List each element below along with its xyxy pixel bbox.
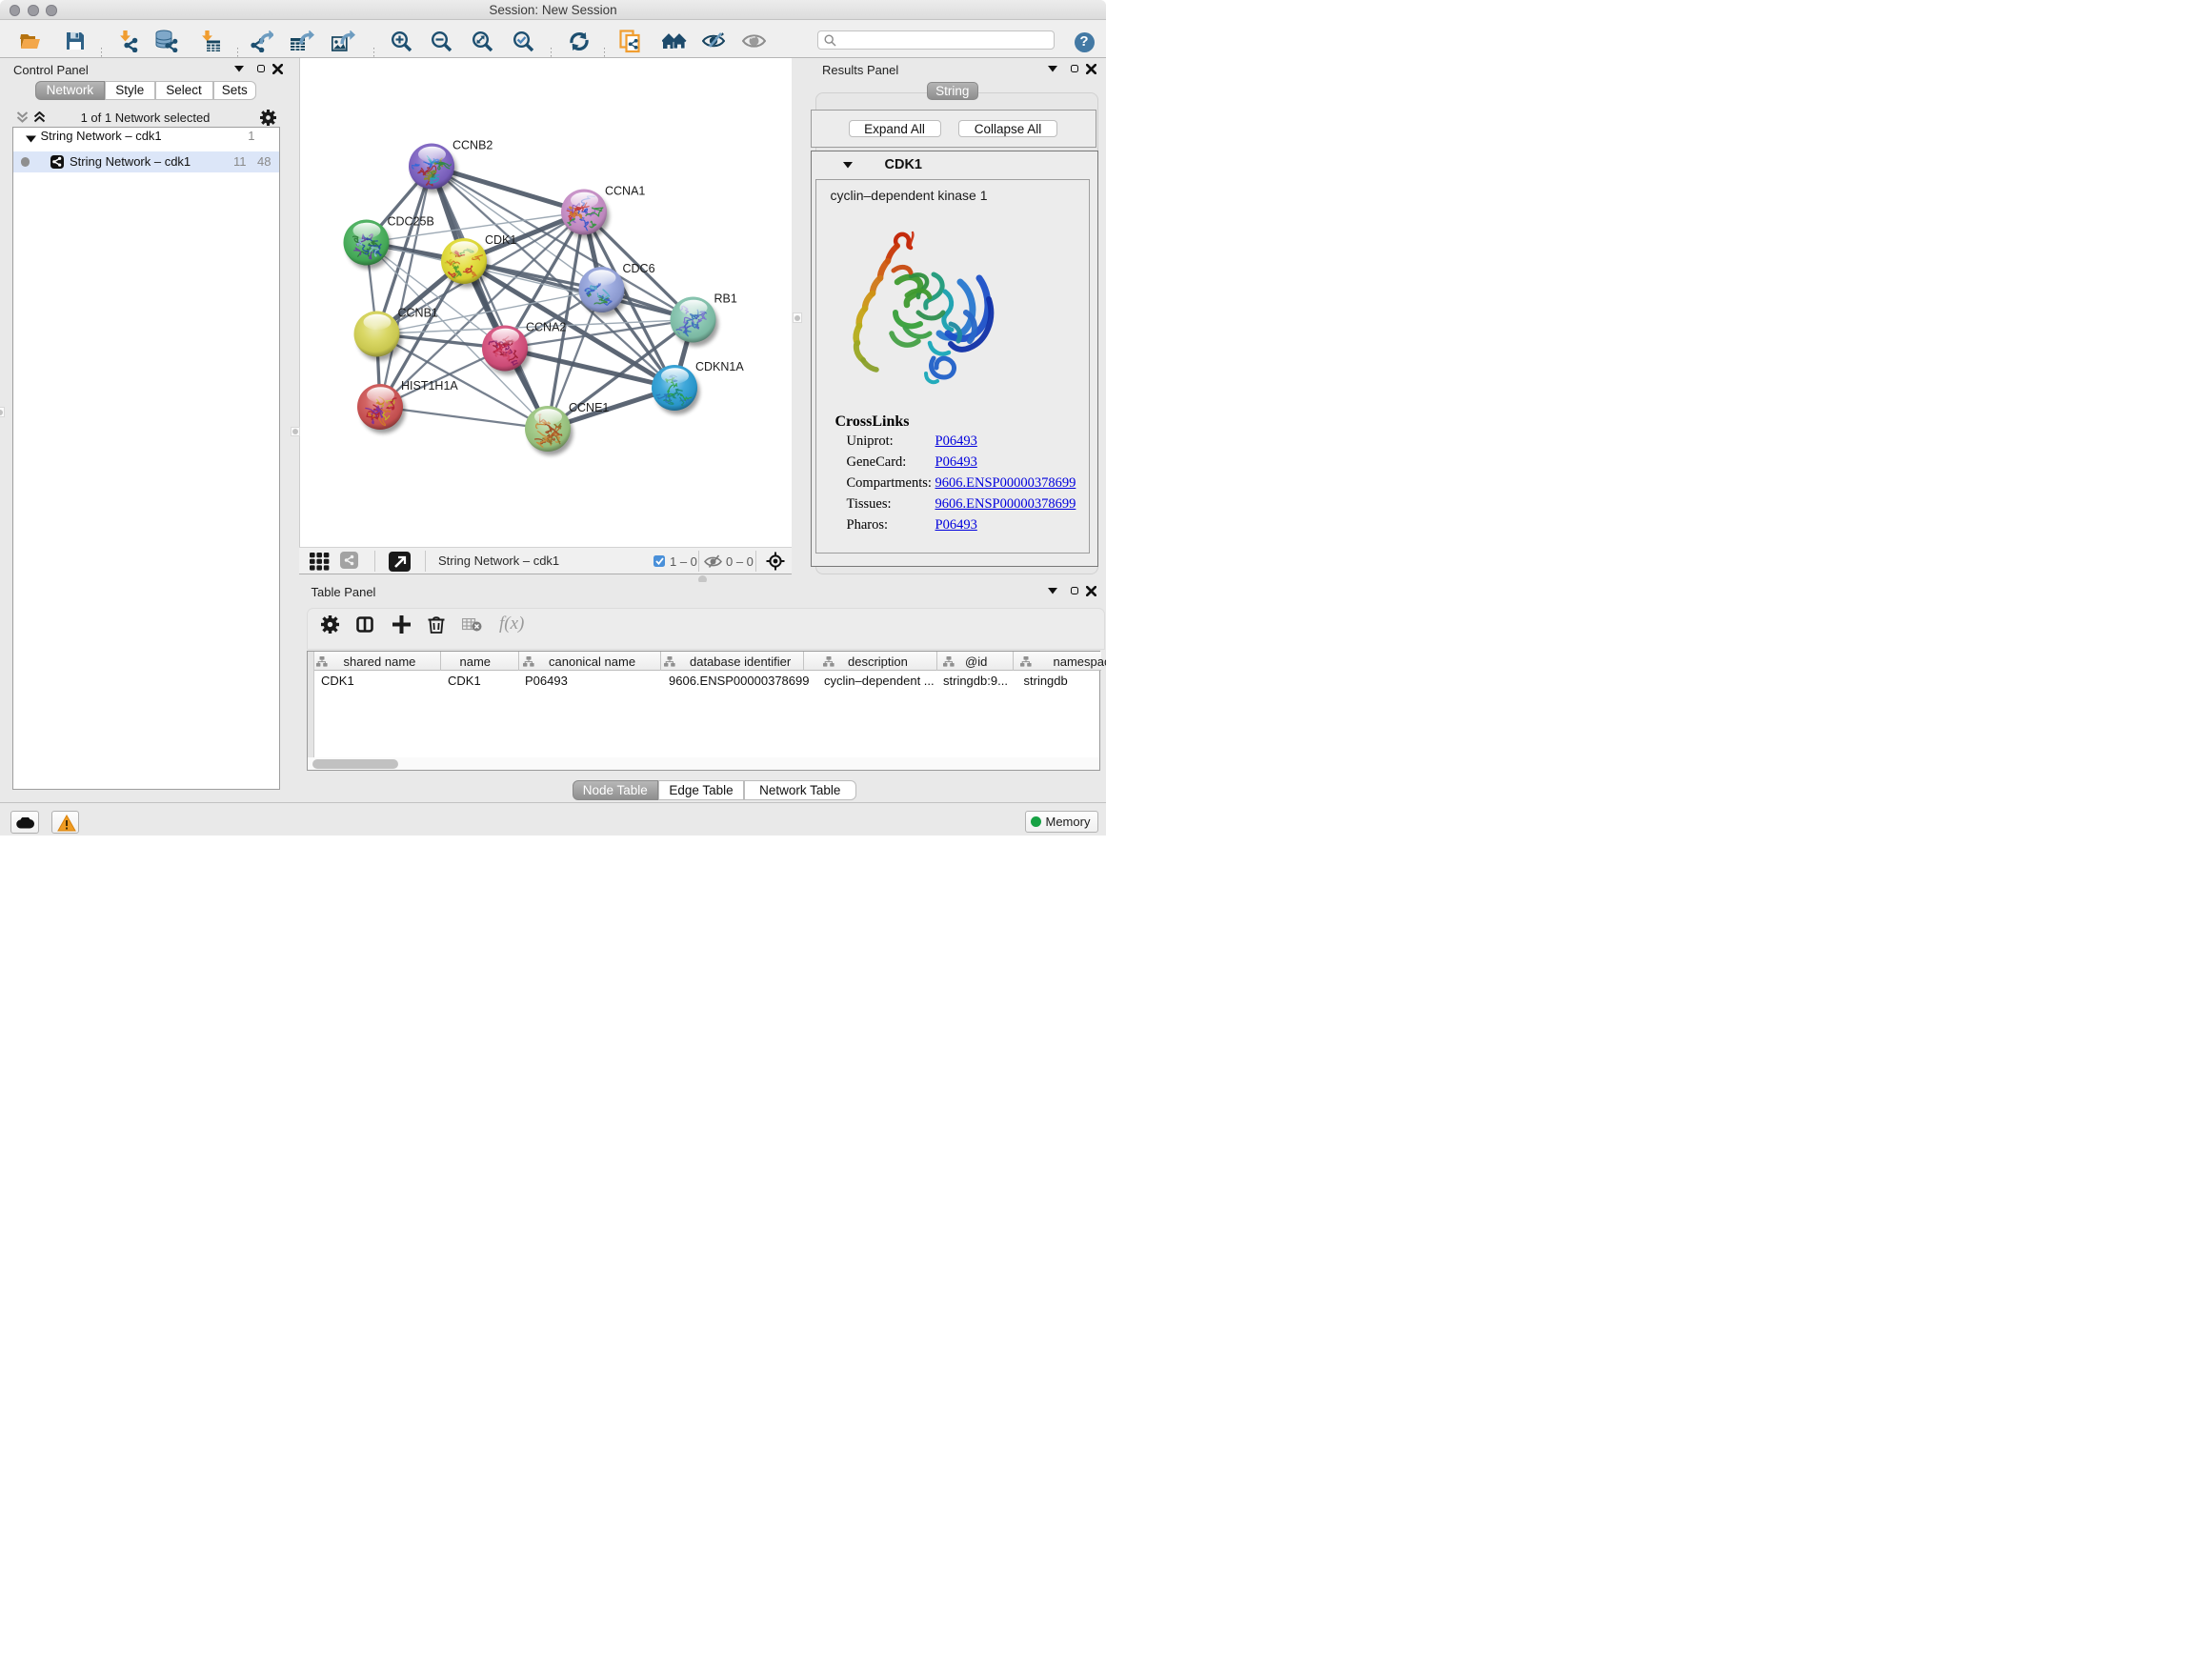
svg-text:CCNB1: CCNB1 <box>398 307 438 320</box>
svg-text:CDKN1A: CDKN1A <box>695 360 744 373</box>
svg-text:HIST1H1A: HIST1H1A <box>401 379 458 393</box>
svg-text:CDC6: CDC6 <box>623 262 655 275</box>
svg-text:RB1: RB1 <box>714 292 737 306</box>
svg-text:CCNB2: CCNB2 <box>452 139 493 152</box>
svg-text:CCNA1: CCNA1 <box>605 185 645 198</box>
svg-text:CDK1: CDK1 <box>485 233 516 247</box>
svg-text:CDC25B: CDC25B <box>388 215 434 229</box>
svg-text:CCNE1: CCNE1 <box>569 401 609 414</box>
svg-text:CCNA2: CCNA2 <box>526 321 566 334</box>
